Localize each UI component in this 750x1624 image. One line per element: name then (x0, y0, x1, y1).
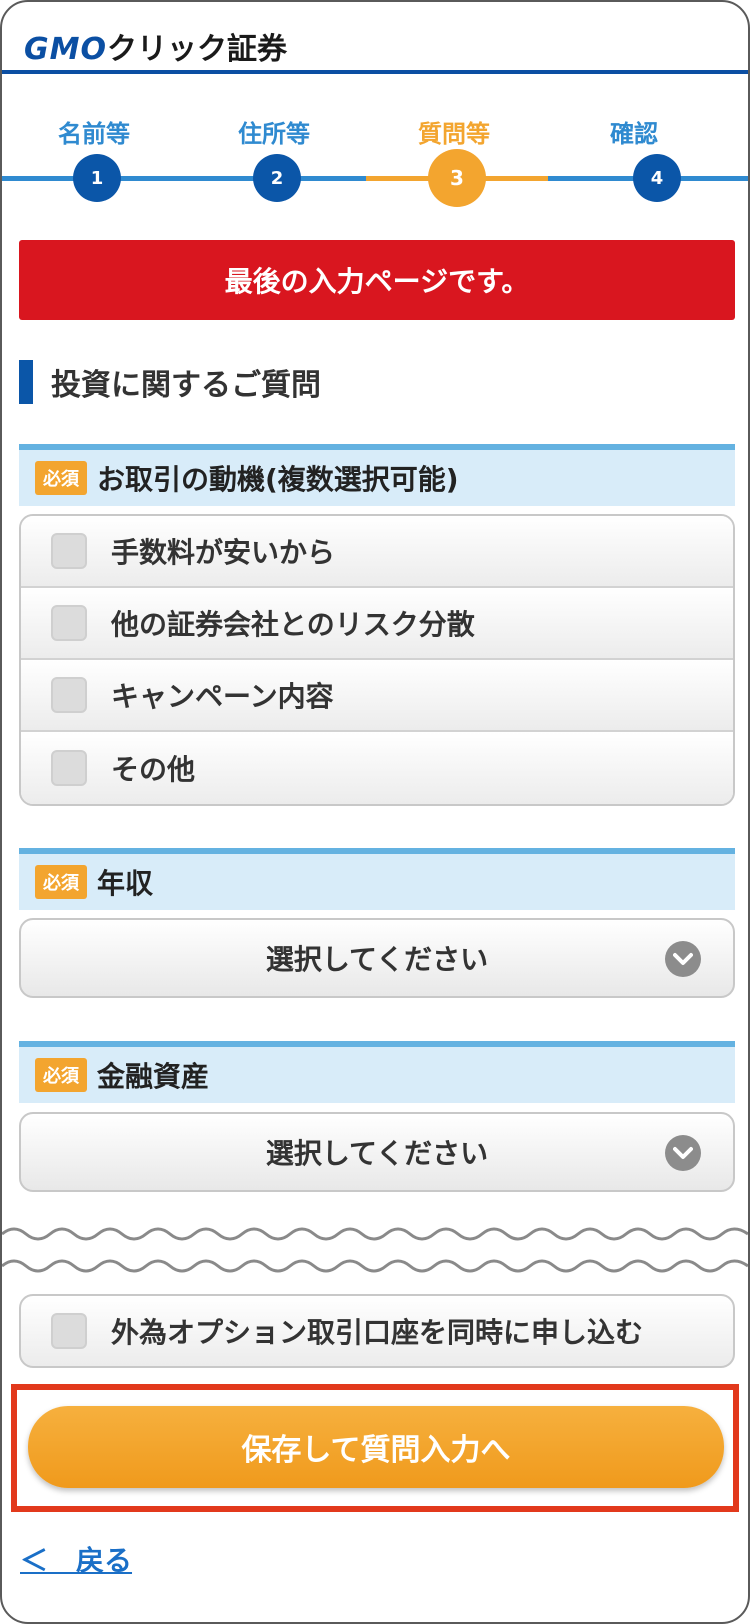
logo-text: クリック証券 (106, 32, 287, 67)
section-title-text: 投資に関するご質問 (51, 368, 321, 403)
checkbox-row[interactable]: 手数料が安いから (21, 516, 733, 588)
checkbox-label: 手数料が安いから (111, 536, 336, 569)
section-title: 投資に関するご質問 (19, 360, 321, 404)
fx-option-label: 外為オプション取引口座を同時に申し込む (111, 1316, 644, 1349)
checkbox-row[interactable]: 他の証券会社とのリスク分散 (21, 588, 733, 660)
checkbox-label: キャンペーン内容 (111, 680, 334, 713)
logo: GMOクリック証券 (24, 24, 287, 68)
checkbox-row[interactable]: その他 (21, 732, 733, 804)
checkbox[interactable] (51, 750, 87, 786)
checkbox-label: 他の証券会社とのリスク分散 (111, 608, 475, 641)
fx-option-checkbox-row[interactable]: 外為オプション取引口座を同時に申し込む (19, 1294, 735, 1368)
motive-checkbox-list: 手数料が安いから 他の証券会社とのリスク分散 キャンペーン内容 その他 (19, 514, 735, 806)
step-line-done (2, 176, 366, 181)
last-page-alert: 最後の入力ページです。 (19, 240, 735, 320)
assets-select[interactable]: 選択してください (19, 1112, 735, 1192)
required-badge: 必須 (35, 461, 87, 495)
question-header-motive: 必須 お取引の動機(複数選択可能) (19, 444, 735, 506)
checkbox[interactable] (51, 1313, 87, 1349)
back-link[interactable]: ＜ 戻る (20, 1539, 132, 1579)
app-header: GMOクリック証券 (2, 2, 748, 74)
step-label-2: 住所等 (238, 120, 310, 148)
income-select[interactable]: 選択してください (19, 918, 735, 998)
step-label-3: 質問等 (418, 120, 490, 148)
wavy-divider-top (2, 1227, 748, 1241)
phone-frame: GMOクリック証券 名前等 住所等 質問等 確認 1 2 3 4 最後の入力ペー… (0, 0, 750, 1624)
chevron-down-icon (665, 1135, 701, 1171)
save-button[interactable]: 保存して質問入力へ (28, 1406, 724, 1488)
question-title-assets: 金融資産 (97, 1060, 210, 1093)
wavy-divider-bottom (2, 1259, 748, 1273)
income-select-value: 選択してください (265, 943, 489, 976)
section-title-bar (19, 360, 33, 404)
step-label-4: 確認 (610, 120, 658, 148)
step-circle-4: 4 (633, 154, 681, 202)
logo-gmo: GMO (24, 32, 107, 67)
step-label-1: 名前等 (58, 120, 130, 148)
checkbox-row[interactable]: キャンペーン内容 (21, 660, 733, 732)
checkbox[interactable] (51, 677, 87, 713)
progress-stepper: 名前等 住所等 質問等 確認 1 2 3 4 (2, 102, 748, 212)
step-circle-1: 1 (73, 154, 121, 202)
checkbox-label: その他 (111, 753, 196, 786)
question-title-motive: お取引の動機(複数選択可能) (97, 463, 459, 496)
step-circle-2: 2 (253, 154, 301, 202)
checkbox[interactable] (51, 533, 87, 569)
question-header-income: 必須 年収 (19, 848, 735, 910)
checkbox[interactable] (51, 605, 87, 641)
chevron-down-icon (665, 941, 701, 977)
required-badge: 必須 (35, 1058, 87, 1092)
required-badge: 必須 (35, 865, 87, 899)
step-circle-3: 3 (428, 149, 486, 207)
question-title-income: 年収 (97, 867, 154, 900)
assets-select-value: 選択してください (265, 1137, 489, 1170)
question-header-assets: 必須 金融資産 (19, 1041, 735, 1103)
